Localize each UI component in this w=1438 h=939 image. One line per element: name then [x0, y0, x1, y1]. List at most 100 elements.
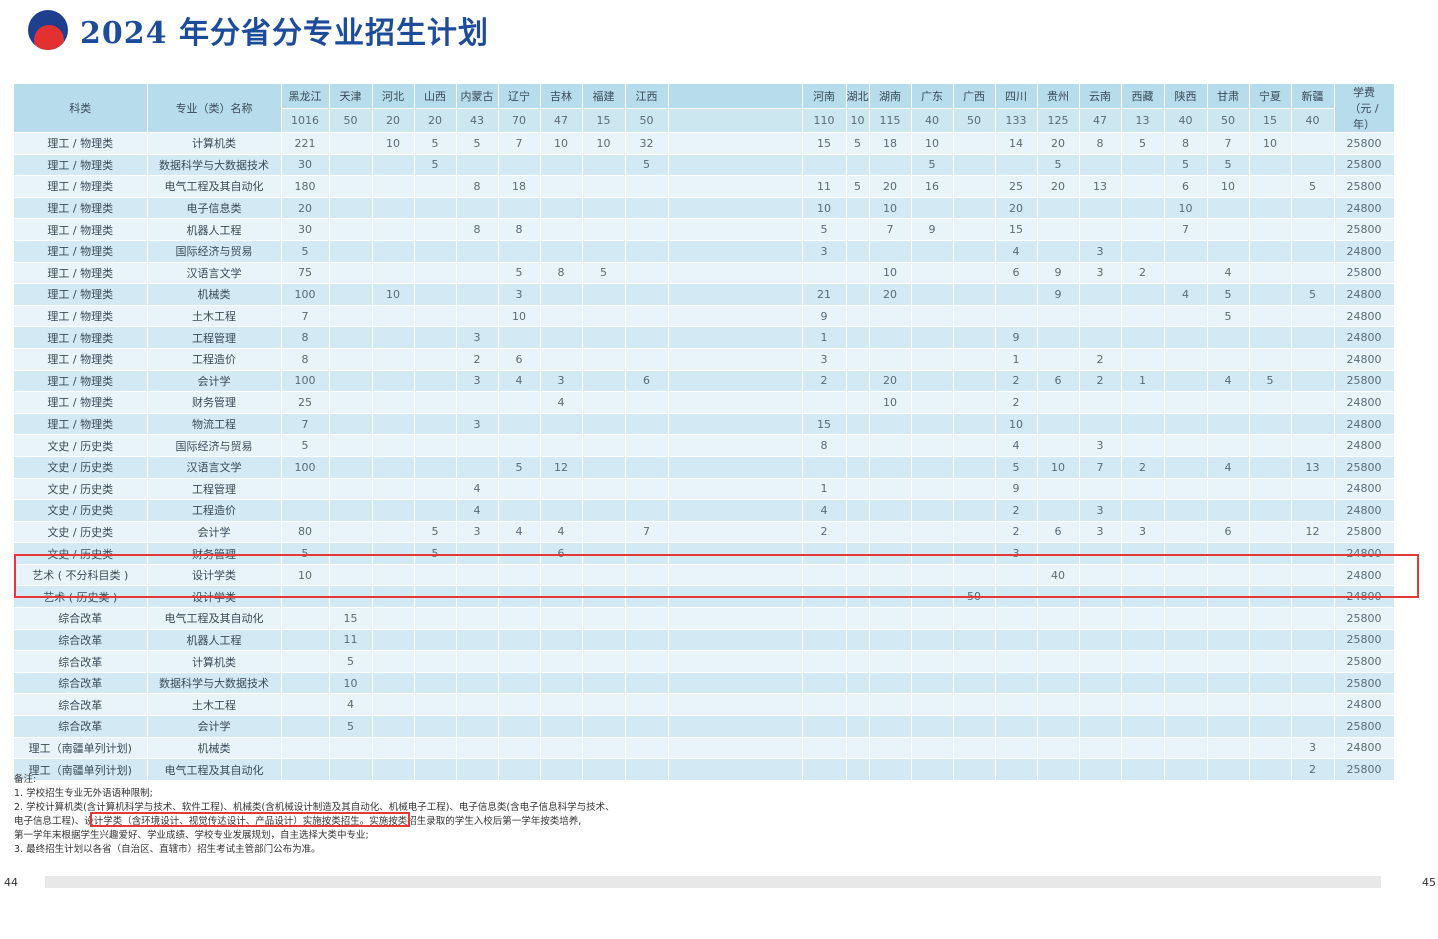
- quota-cell: 3: [1079, 499, 1122, 522]
- quota-cell: 9: [1037, 283, 1080, 306]
- quota-cell: 4: [456, 478, 499, 501]
- quota-cell: [953, 132, 996, 155]
- quota-cell: 50: [953, 585, 996, 609]
- quota-cell: [329, 521, 373, 544]
- header-province: 西藏: [1121, 84, 1165, 110]
- school-logo: [28, 10, 68, 50]
- quota-cell: [329, 499, 373, 522]
- quota-cell: 8: [1079, 132, 1122, 155]
- quota-cell: 5: [414, 154, 457, 177]
- quota-cell: [1207, 413, 1250, 436]
- quota-cell: 5: [1291, 175, 1335, 198]
- quota-cell: 10: [372, 283, 415, 306]
- quota-cell: 30: [281, 154, 330, 177]
- quota-cell: [1164, 564, 1208, 587]
- quota-cell: 2: [802, 521, 847, 544]
- quota-cell: [1164, 737, 1208, 760]
- quota-cell: 2: [456, 348, 499, 371]
- quota-cell: [953, 758, 996, 781]
- quota-cell: [668, 585, 803, 609]
- row-major: 会计学: [147, 715, 282, 738]
- quota-cell: [372, 629, 415, 652]
- quota-cell: [846, 629, 870, 652]
- quota-cell: 8: [540, 262, 583, 285]
- quota-cell: [911, 715, 954, 738]
- quota-cell: [668, 715, 803, 738]
- quota-cell: [911, 542, 954, 565]
- quota-cell: [1037, 758, 1080, 781]
- table-row: 综合改革 电气工程及其自动化 15 25800: [14, 607, 1395, 630]
- quota-cell: [1079, 154, 1122, 177]
- quota-cell: 3: [1079, 240, 1122, 263]
- quota-cell: 2: [1079, 370, 1122, 393]
- quota-cell: [372, 542, 415, 565]
- quota-cell: 2: [995, 521, 1038, 544]
- quota-cell: 5: [1291, 283, 1335, 306]
- quota-cell: [1249, 564, 1292, 587]
- quota-cell: [995, 154, 1038, 177]
- quota-cell: [414, 715, 457, 738]
- quota-cell: [995, 305, 1038, 328]
- quota-cell: [1037, 326, 1080, 349]
- quota-cell: [540, 478, 583, 501]
- quota-cell: [911, 585, 954, 609]
- quota-cell: [625, 434, 669, 457]
- quota-cell: [456, 154, 499, 177]
- row-tuition: 24800: [1334, 499, 1395, 522]
- province-total: 110: [802, 108, 847, 133]
- quota-cell: [953, 650, 996, 673]
- quota-cell: [414, 499, 457, 522]
- quota-cell: 12: [540, 456, 583, 479]
- quota-cell: [1037, 478, 1080, 501]
- quota-cell: [1249, 240, 1292, 263]
- quota-cell: [1291, 478, 1335, 501]
- quota-cell: 5: [414, 132, 457, 155]
- quota-cell: [1291, 370, 1335, 393]
- row-tuition: 24800: [1334, 478, 1395, 501]
- quota-cell: [802, 737, 847, 760]
- quota-cell: 3: [498, 283, 541, 306]
- row-category: 文史 / 历史类: [14, 499, 148, 522]
- quota-cell: [1164, 693, 1208, 717]
- header-tuition: 学费（元 / 年）: [1334, 84, 1395, 133]
- quota-cell: [372, 499, 415, 522]
- page-number-left: 44: [4, 876, 18, 889]
- quota-cell: 11: [802, 175, 847, 198]
- quota-cell: [846, 607, 870, 630]
- quota-cell: [1207, 478, 1250, 501]
- quota-cell: [953, 542, 996, 565]
- header-province: 内蒙古: [456, 84, 499, 110]
- quota-cell: 5: [1121, 132, 1165, 155]
- quota-cell: [1121, 197, 1165, 220]
- quota-cell: [1121, 434, 1165, 457]
- quota-cell: [668, 305, 803, 328]
- header-province: 天津: [329, 84, 373, 110]
- row-major: 机器人工程: [147, 629, 282, 652]
- quota-cell: [1037, 693, 1080, 717]
- quota-cell: [329, 262, 373, 285]
- quota-cell: [329, 737, 373, 760]
- row-tuition: 25800: [1334, 154, 1395, 177]
- quota-cell: [668, 413, 803, 436]
- quota-cell: [372, 413, 415, 436]
- quota-cell: [1249, 499, 1292, 522]
- quota-cell: [846, 650, 870, 673]
- quota-cell: 15: [995, 218, 1038, 241]
- header-province: 贵州: [1037, 84, 1080, 110]
- quota-cell: [953, 607, 996, 630]
- quota-cell: [329, 154, 373, 177]
- province-total: 43: [456, 108, 499, 133]
- row-tuition: 25800: [1334, 758, 1395, 781]
- quota-cell: [498, 326, 541, 349]
- quota-cell: [802, 607, 847, 630]
- quota-cell: [414, 456, 457, 479]
- quota-cell: [540, 564, 583, 587]
- quota-cell: 8: [281, 326, 330, 349]
- header-province: 湖南: [869, 84, 912, 110]
- row-category: 理工 / 物理类: [14, 240, 148, 263]
- quota-cell: 4: [1207, 456, 1250, 479]
- quota-cell: [498, 542, 541, 565]
- quota-cell: 6: [1037, 521, 1080, 544]
- quota-cell: 5: [456, 132, 499, 155]
- quota-cell: 5: [414, 542, 457, 565]
